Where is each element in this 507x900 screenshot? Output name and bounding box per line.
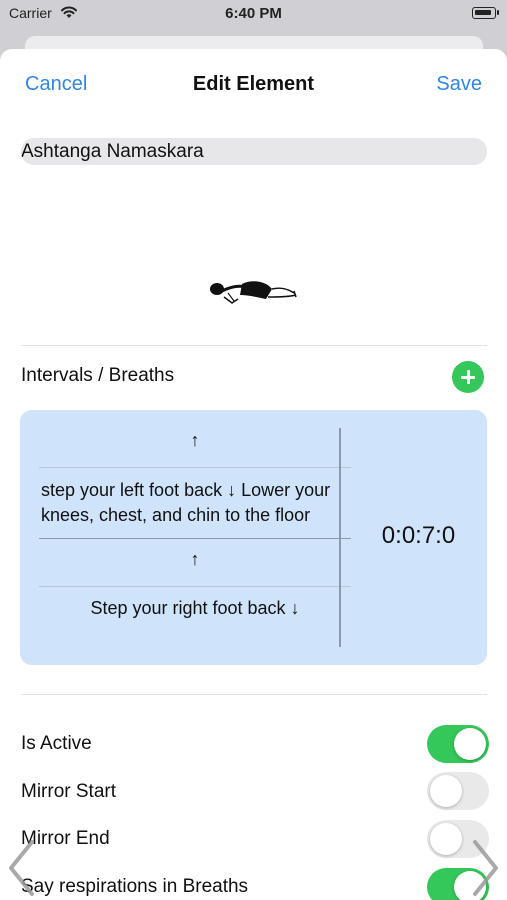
edit-sheet: Edit Element Cancel Save Intervals / Bre… — [0, 49, 507, 900]
is-active-switch[interactable] — [427, 725, 489, 763]
mirror-start-label: Mirror Start — [21, 781, 116, 802]
save-button[interactable]: Save — [436, 73, 482, 96]
switch-knob — [430, 823, 462, 855]
intervals-label: Intervals / Breaths — [21, 365, 175, 386]
status-bar: Carrier 6:40 PM — [0, 0, 507, 30]
section-divider — [21, 694, 487, 695]
element-name-field[interactable] — [21, 138, 487, 165]
battery-nub — [497, 10, 499, 15]
interval-item[interactable]: Step your right foot back ↓ — [39, 587, 351, 633]
chevron-right-icon[interactable] — [471, 838, 501, 898]
add-interval-button[interactable] — [452, 361, 484, 393]
status-time: 6:40 PM — [225, 5, 282, 22]
interval-item[interactable]: ↑ — [39, 430, 351, 467]
say-respirations-label: Say respirations in Breaths — [21, 876, 249, 897]
switch-knob — [454, 728, 486, 760]
switch-knob — [430, 775, 462, 807]
cancel-button[interactable]: Cancel — [25, 73, 87, 96]
mirror-start-switch[interactable] — [427, 772, 489, 810]
interval-item[interactable]: step your left foot back ↓ Lower your kn… — [39, 468, 351, 538]
interval-item[interactable]: ↑ — [39, 539, 351, 586]
interval-card[interactable]: ↑ step your left foot back ↓ Lower your … — [20, 410, 487, 665]
is-active-label: Is Active — [21, 733, 92, 754]
interval-list: ↑ step your left foot back ↓ Lower your … — [39, 430, 351, 633]
interval-duration[interactable]: 0:0:7:0 — [350, 522, 487, 550]
pose-illustration — [210, 281, 297, 304]
chevron-left-icon[interactable] — [6, 838, 36, 898]
battery-icon — [472, 7, 496, 19]
section-divider — [21, 345, 487, 346]
card-vertical-divider — [339, 428, 341, 647]
